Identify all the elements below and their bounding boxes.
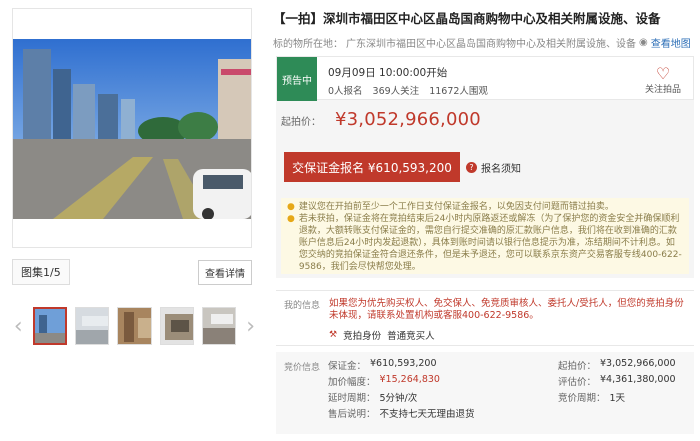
auction-stats: 0人报名 369人关注 11672人围观 [328,83,488,97]
status-badge: 预告中 [277,57,317,101]
start-time: 09月09日 10:00:00开始 [328,67,448,79]
location-label: 标的物所在地： [273,39,343,50]
notice-box: ● 建议您在开拍前至少一个工作日支付保证金报名，以免因支付问题而错过拍卖。 ● … [281,198,689,274]
lightbulb-icon: ● [287,202,295,212]
start-price-detail: ¥3,052,966,000 [600,358,676,369]
photo-bar: 图集1/5 查看详情 [12,259,252,285]
thumbnail[interactable] [75,307,110,345]
viewer-count: 11672人围观 [429,86,488,97]
increment-key: 加价幅度： [328,377,376,388]
follower-count: 369人关注 [372,86,420,97]
identity-label: 竞拍身份 [343,331,382,342]
thumbnail[interactable] [117,307,152,345]
my-info-warning: 如果您为优先购买权人、免交保人、免竞质审核人、委托人/受托人，但您的竞拍身份未体… [329,298,684,321]
notice-item: ● 若未获拍，保证金将在竞拍结束后24小时内原路返还或解冻（为了保护您的资金安全… [287,214,682,272]
extension-key: 延时周期： [328,393,376,404]
rules-label: 报名须知 [481,164,521,175]
registration-rules-link[interactable]: ? 报名须知 [466,160,521,175]
location-value: 广东深圳市福田区中心区晶岛国商购物中心及相关附属设施、设备 [346,39,636,50]
bid-row: 保证金： ¥610,593,200 起拍价： ¥3,052,966,000 [328,357,688,373]
bid-row: 延时周期： 5分钟/次 竞价周期： 1天 [328,389,688,405]
main-photo[interactable] [12,8,252,248]
thumbnail[interactable] [202,307,237,345]
view-details-button[interactable]: 查看详情 [198,259,252,285]
start-price-key: 起拍价： [558,361,597,372]
page-title: 【一拍】深圳市福田区中心区晶岛国商购物中心及相关附属设施、设备 [273,11,661,26]
thumbnail[interactable] [32,307,68,345]
follow-label: 关注拍品 [644,85,681,95]
view-map-link[interactable]: 查看地图 [651,35,691,50]
start-price-value: ¥3,052,966,000 [335,109,481,130]
heart-plus-icon: ♡ [655,64,671,83]
status-row: 预告中 09月09日 10:00:00开始 0人报名 369人关注 11672人… [276,56,694,101]
extension-value: 5分钟/次 [379,393,418,404]
bid-identity: ⚒ 竞拍身份 普通竞买人 [329,328,435,342]
auction-info-panel: 预告中 09月09日 10:00:00开始 0人报名 369人关注 11672人… [276,56,694,278]
thumbnail[interactable] [159,307,195,345]
appraisal-key: 评估价： [558,377,597,388]
lightbulb-icon: ● [287,214,295,224]
after-sale-key: 售后说明： [328,409,376,420]
my-info-section: 我的信息 如果您为优先购买权人、免交保人、免竞质审核人、委托人/受托人，但您的竞… [276,290,694,346]
follow-button[interactable]: ♡ 关注拍品 [645,65,681,95]
bid-period-key: 竞价周期： [558,393,606,404]
bid-row: 加价幅度： ¥15,264,830 评估价： ¥4,361,380,000 [328,373,688,389]
start-price-row: 起拍价： ¥3,052,966,000 [281,109,481,130]
after-sale-value: 不支持七天无理由退货 [379,409,475,420]
thumbnail-strip: ‹ › [12,305,257,347]
bid-info-section: 竞价信息 保证金： ¥610,593,200 起拍价： ¥3,052,966,000… [276,352,694,434]
deposit-value: ¥610,593,200 [370,358,437,369]
notice-item: ● 建议您在开拍前至少一个工作日支付保证金报名，以免因支付问题而错过拍卖。 [287,202,614,212]
increment-value: ¥15,264,830 [379,374,440,385]
bid-row: 售后说明： 不支持七天无理由退货 [328,405,688,421]
bid-period-value: 1天 [609,393,626,404]
deposit-key: 保证金： [328,361,367,372]
deposit-register-button[interactable]: 交保证金报名 ¥610,593,200 [284,152,460,182]
photo-count: 图集1/5 [12,259,70,285]
my-info-label: 我的信息 [284,301,321,311]
main-photo-image [13,39,251,219]
photo-gallery: 图集1/5 查看详情 [12,8,252,285]
identity-value: 普通竞买人 [387,331,435,342]
prev-arrow-icon[interactable]: ‹ [12,314,25,339]
start-price-label: 起拍价： [281,117,321,128]
map-pin-icon: ◉ [639,37,648,48]
gavel-icon: ⚒ [329,330,338,340]
appraisal-value: ¥4,361,380,000 [600,374,676,385]
question-icon: ? [466,162,477,173]
registration-count: 0人报名 [328,86,363,97]
next-arrow-icon[interactable]: › [244,314,257,339]
bid-info-grid: 保证金： ¥610,593,200 起拍价： ¥3,052,966,000 加价幅度… [328,357,688,421]
location-line: 标的物所在地： 广东深圳市福田区中心区晶岛国商购物中心及相关附属设施、设备 ◉ … [273,35,691,50]
bid-info-label: 竞价信息 [284,363,321,373]
